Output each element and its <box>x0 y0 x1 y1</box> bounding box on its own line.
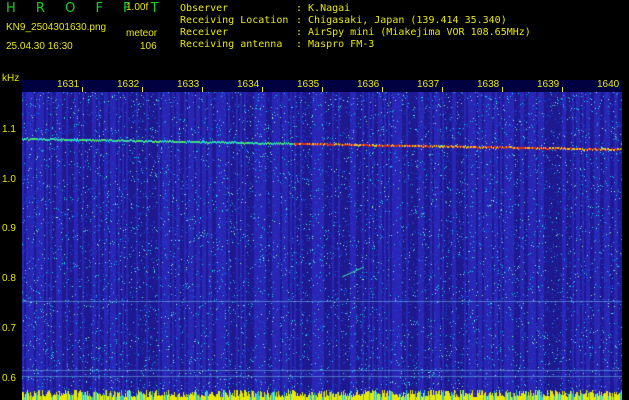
y-tick-label: 0.6 <box>2 373 16 384</box>
y-tick-label: 1.1 <box>2 124 16 135</box>
receiver-label: Receiver <box>180 27 229 38</box>
y-tick-label: 0.7 <box>2 323 16 334</box>
y-tick-label: 0.9 <box>2 223 16 234</box>
x-tick-label: 1639 <box>537 79 560 90</box>
frequency-unit: kHz <box>2 73 20 84</box>
x-tick-label: 1637 <box>417 79 440 90</box>
observer-value: : K.Nagai <box>296 3 351 14</box>
waterfall-spectrogram <box>22 92 622 400</box>
mode-label: meteor <box>126 28 158 39</box>
x-tick-label: 1638 <box>477 79 500 90</box>
antenna-value: : Maspro FM-3 <box>296 39 375 50</box>
date-time: 25.04.30 16:30 <box>6 41 73 52</box>
x-tick-label: 1634 <box>237 79 260 90</box>
y-tick-label: 1.0 <box>2 174 16 185</box>
hrofft-window: H R O F F T 1.00f KN9_2504301630.png met… <box>0 0 629 400</box>
location-label: Receiving Location <box>180 15 289 26</box>
x-tick-label: 1636 <box>357 79 380 90</box>
file-name: KN9_2504301630.png <box>6 22 107 33</box>
x-tick-label: 1633 <box>177 79 200 90</box>
location-value: : Chigasaki, Japan (139.414 35.340) <box>296 15 507 26</box>
echo-count: 106 <box>140 41 157 52</box>
y-tick-label: 0.8 <box>2 273 16 284</box>
observer-label: Observer <box>180 3 229 14</box>
x-tick-label: 1632 <box>117 79 140 90</box>
x-tick-label: 1640 <box>597 79 620 90</box>
antenna-label: Receiving antenna <box>180 39 283 50</box>
x-tick-label: 1635 <box>297 79 320 90</box>
x-tick-label: 1631 <box>57 79 80 90</box>
receiver-value: : AirSpy mini (Miakejima VOR 108.65MHz) <box>296 27 531 38</box>
app-version: 1.00f <box>126 2 149 13</box>
